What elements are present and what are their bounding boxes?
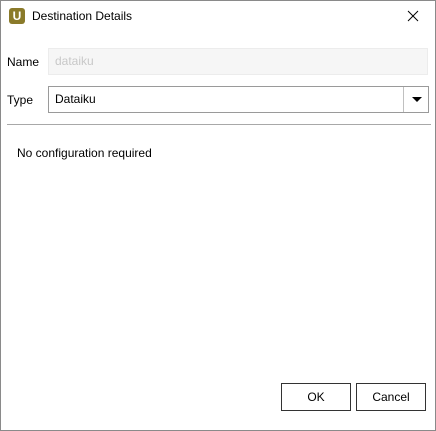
name-field: dataiku <box>48 48 428 75</box>
dialog-title: Destination Details <box>32 9 133 23</box>
app-logo-icon: U <box>9 8 25 24</box>
close-icon <box>407 10 419 22</box>
divider <box>7 124 431 125</box>
name-label: Name <box>7 55 40 69</box>
cancel-button[interactable]: Cancel <box>356 383 426 411</box>
ok-button[interactable]: OK <box>281 383 351 411</box>
select-divider <box>403 87 404 112</box>
type-selected-value: Dataiku <box>55 92 96 106</box>
chevron-down-icon[interactable] <box>412 97 422 102</box>
type-select[interactable]: Dataiku <box>48 86 429 113</box>
destination-details-dialog: U Destination Details Name dataiku Type … <box>0 0 436 431</box>
close-button[interactable] <box>391 1 435 32</box>
configuration-message: No configuration required <box>17 146 152 160</box>
type-label: Type <box>7 93 34 107</box>
title-bar: U Destination Details <box>1 1 435 33</box>
